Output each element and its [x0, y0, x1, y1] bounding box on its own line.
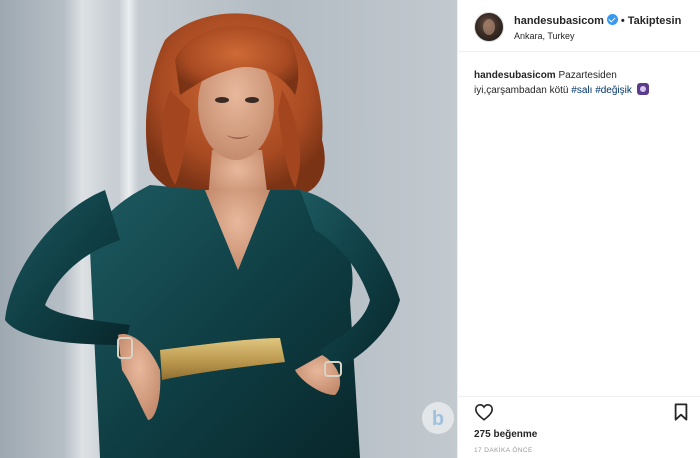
- caption-text-line1: Pazartesiden: [558, 70, 617, 81]
- post-photo[interactable]: [0, 0, 457, 458]
- post-side-panel: handesubasicom • Takiptesin Ankara, Turkey…: [457, 0, 700, 458]
- username-row: handesubasicom • Takiptesin: [514, 14, 681, 27]
- watermark-logo: b: [422, 402, 454, 434]
- hashtag-degisik[interactable]: #değişik: [595, 85, 632, 96]
- likes-count[interactable]: 275 beğenme: [474, 429, 537, 440]
- caption-text-line2: iyi,çarşambadan kötü: [474, 85, 569, 96]
- caption-username[interactable]: handesubasicom: [474, 70, 556, 81]
- post-caption: handesubasicom Pazartesiden iyi,çarşamba…: [474, 68, 689, 98]
- bookmark-icon[interactable]: [673, 403, 689, 421]
- svg-text:b: b: [432, 408, 444, 430]
- post-header: handesubasicom • Takiptesin Ankara, Turkey: [458, 0, 700, 52]
- avatar[interactable]: [474, 12, 504, 42]
- verified-badge-icon: [606, 14, 618, 25]
- purple-square-emoji-icon: [636, 83, 649, 95]
- heart-icon[interactable]: [474, 403, 494, 421]
- location-link[interactable]: Ankara, Turkey: [514, 31, 575, 41]
- hashtag-sali[interactable]: #salı: [571, 85, 592, 96]
- action-bar: [458, 396, 700, 426]
- separator-dot: •: [620, 15, 625, 27]
- follow-status-button[interactable]: Takiptesin: [628, 15, 682, 27]
- post-timestamp: 17 DAKİKA ÖNCE: [474, 447, 533, 454]
- photo-illustration: [5, 13, 400, 458]
- username-link[interactable]: handesubasicom: [514, 15, 604, 27]
